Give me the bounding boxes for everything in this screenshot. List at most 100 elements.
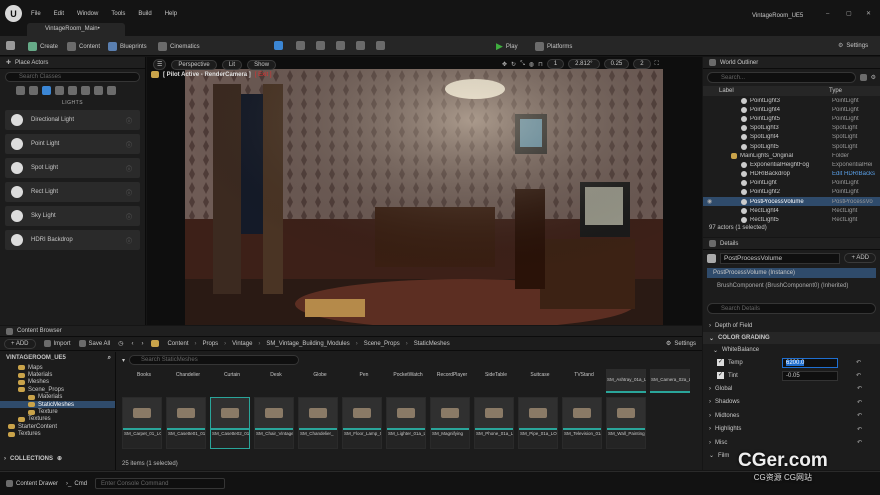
content-settings-button[interactable]: ⚙ Settings: [666, 340, 696, 348]
folder-tile[interactable]: Chandelier: [166, 370, 210, 392]
info-icon[interactable]: ⓘ: [126, 116, 132, 125]
map-tab[interactable]: VintageRoom_Main•: [27, 23, 125, 36]
select-mode-icon[interactable]: [274, 41, 283, 50]
outliner-row[interactable]: RectLight4 RectLight: [703, 206, 880, 215]
reset-icon[interactable]: ↶: [857, 439, 862, 446]
outliner-row[interactable]: PointLight5 PointLight: [703, 114, 880, 123]
menu-help[interactable]: Help: [165, 11, 177, 17]
tint-input[interactable]: -0.05: [782, 370, 838, 381]
asset-tile[interactable]: SM_Lighter_01a_LOD0: [386, 397, 426, 449]
tree-item[interactable]: Scene_Props: [0, 386, 115, 393]
dof-section[interactable]: › Depth of Field: [703, 320, 880, 332]
settings-button[interactable]: ⚙ Settings: [838, 42, 868, 50]
visibility-eye-icon[interactable]: ◉: [707, 198, 712, 205]
temp-checkbox[interactable]: ✓: [717, 359, 724, 366]
history-icon[interactable]: ◷: [118, 340, 123, 347]
viewport[interactable]: ☰ Perspective Lit Show [ Pilot Active - …: [147, 57, 702, 325]
cinematics-button[interactable]: Cinematics: [158, 42, 200, 51]
tree-search-icon[interactable]: ⌕: [108, 355, 111, 362]
details-group-row[interactable]: › Shadows ↶: [703, 396, 880, 410]
asset-tile[interactable]: SM_Ashtray_01a_LOD0: [606, 369, 646, 393]
info-icon[interactable]: ⓘ: [126, 140, 132, 149]
asset-tile[interactable]: SM_Television_01a_LOD0: [562, 397, 602, 449]
breadcrumb-item[interactable]: Props: [202, 341, 218, 347]
basic-icon[interactable]: [29, 86, 38, 95]
folder-tile[interactable]: RecordPlayer: [430, 370, 474, 392]
maximize-icon[interactable]: ▢: [846, 10, 852, 17]
filter-icon[interactable]: ▾: [122, 357, 125, 364]
outliner-row[interactable]: SpotLight5 SpotLight: [703, 142, 880, 151]
folder-tile[interactable]: Pen: [342, 370, 386, 392]
console-input[interactable]: Enter Console Command: [95, 478, 226, 489]
tree-item[interactable]: Materials: [0, 394, 115, 401]
tree-item[interactable]: Texture: [0, 408, 115, 415]
add-component-button[interactable]: + ADD: [844, 253, 876, 263]
outliner-row[interactable]: SpotLight4 SpotLight: [703, 133, 880, 142]
actor-item[interactable]: Directional Light ⓘ: [5, 110, 140, 130]
details-group-row[interactable]: › Global ↶: [703, 382, 880, 396]
reset-tint-icon[interactable]: ↶: [856, 372, 861, 379]
asset-tile[interactable]: SM_Chair_Vintage_02a: [254, 397, 294, 449]
tree-item[interactable]: Maps: [0, 364, 115, 371]
outliner-row[interactable]: PointLight4 PointLight: [703, 105, 880, 114]
exit-pilot-button[interactable]: [ Exit ]: [255, 72, 272, 78]
scale-snap-value[interactable]: 0.25: [603, 59, 630, 69]
menu-file[interactable]: File: [31, 11, 41, 17]
tint-checkbox[interactable]: ✓: [717, 372, 724, 379]
asset-tile[interactable]: SM_Floor_Lamp_01a_: [342, 397, 382, 449]
close-icon[interactable]: ✕: [866, 10, 871, 17]
asset-tile[interactable]: SM_Chandelier_: [298, 397, 338, 449]
tree-item[interactable]: Textures: [0, 416, 115, 423]
add-folder-icon[interactable]: [859, 74, 867, 81]
breadcrumb-item[interactable]: Scene_Props: [364, 341, 400, 347]
outliner-row[interactable]: PointLight PointLight: [703, 179, 880, 188]
tree-item[interactable]: StaticMeshes: [0, 400, 115, 409]
label-column[interactable]: Label: [719, 88, 829, 94]
camera-speed-value[interactable]: 2: [633, 59, 651, 69]
info-icon[interactable]: ⓘ: [126, 164, 132, 173]
maximize-viewport-icon[interactable]: ⛶: [655, 61, 659, 68]
instance-row[interactable]: PostProcessVolume (Instance): [707, 268, 876, 278]
outliner-row[interactable]: RectLight5 RectLight: [703, 215, 880, 224]
info-icon[interactable]: ⓘ: [126, 188, 132, 197]
tree-item[interactable]: StarterContent: [0, 423, 115, 430]
menu-tools[interactable]: Tools: [111, 11, 125, 17]
asset-tile[interactable]: SM_Carpet_01_LOD0: [122, 397, 162, 449]
folder-tile[interactable]: Globe: [298, 370, 342, 392]
details-search-input[interactable]: Search Details: [707, 303, 876, 314]
lights-category-icon[interactable]: [42, 86, 51, 95]
play-button[interactable]: ▶ Play: [496, 41, 518, 52]
actor-item[interactable]: Spot Light ⓘ: [5, 158, 140, 178]
actor-item[interactable]: Sky Light ⓘ: [5, 206, 140, 226]
asset-search-input[interactable]: Search StaticMeshes: [129, 355, 300, 365]
volumes-icon[interactable]: [94, 86, 103, 95]
modeling-icon[interactable]: [356, 41, 365, 50]
folder-tile[interactable]: Books: [122, 370, 166, 392]
tree-root[interactable]: VINTAGEROOM_UE5 ⌕: [0, 352, 115, 364]
asset-tile[interactable]: SM_Magnifying: [430, 397, 470, 449]
blueprints-button[interactable]: Blueprints: [108, 42, 147, 51]
breadcrumb-item[interactable]: SM_Vintage_Building_Modules: [266, 341, 349, 347]
folder-tile[interactable]: Suitcase: [518, 370, 562, 392]
breadcrumb-item[interactable]: Content: [167, 341, 188, 347]
fracture-icon[interactable]: [376, 41, 385, 50]
shapes-icon[interactable]: [55, 86, 64, 95]
asset-tile[interactable]: SM_Wall_Painting_01a: [606, 397, 646, 449]
forward-icon[interactable]: ›: [141, 341, 143, 347]
color-grading-section[interactable]: ⌄ COLOR GRADING: [703, 332, 880, 344]
lit-button[interactable]: Lit: [221, 59, 243, 70]
menu-window[interactable]: Window: [77, 11, 98, 17]
breadcrumb-item[interactable]: StaticMeshes: [414, 341, 450, 347]
reset-icon[interactable]: ↶: [857, 385, 862, 392]
outliner-row[interactable]: PointLight2 PointLight: [703, 188, 880, 197]
save-all-button[interactable]: Save All: [78, 340, 110, 347]
menu-edit[interactable]: Edit: [54, 11, 64, 17]
back-icon[interactable]: ‹: [131, 341, 133, 347]
actor-item[interactable]: Rect Light ⓘ: [5, 182, 140, 202]
info-icon[interactable]: ⓘ: [126, 236, 132, 245]
foliage-icon[interactable]: [316, 41, 325, 50]
tree-item[interactable]: Meshes: [0, 379, 115, 386]
platforms-button[interactable]: Platforms: [535, 42, 572, 51]
type-column[interactable]: Type: [829, 88, 842, 94]
info-icon[interactable]: ⓘ: [126, 212, 132, 221]
